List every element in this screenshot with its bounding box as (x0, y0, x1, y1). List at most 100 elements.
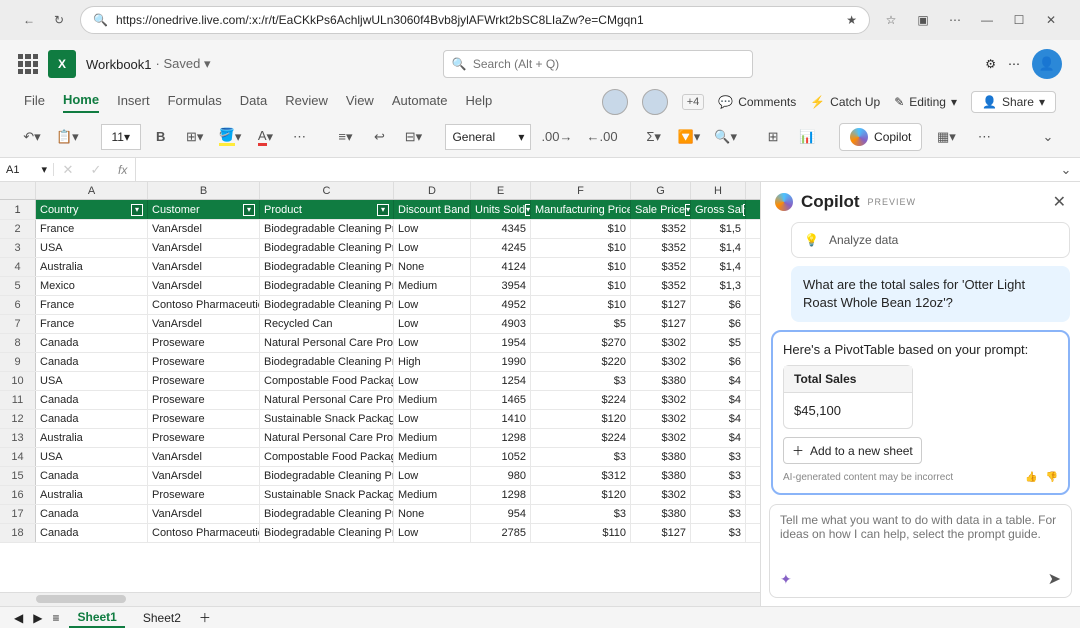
sheet-tab-1[interactable]: Sheet1 (69, 608, 124, 628)
cell[interactable]: Low (394, 524, 471, 542)
editing-mode-button[interactable]: ✎ Editing ▾ (894, 95, 957, 109)
bold-button[interactable]: B (147, 123, 175, 151)
row-header[interactable]: 12 (0, 410, 36, 428)
name-box[interactable]: A1▾ (0, 163, 54, 176)
col-header-H[interactable]: H (691, 182, 746, 199)
cell[interactable]: $270 (531, 334, 631, 352)
cell[interactable]: 980 (471, 467, 531, 485)
cell[interactable]: $3 (691, 448, 746, 466)
cell[interactable]: 4345 (471, 220, 531, 238)
cell[interactable]: VanArsdel (148, 258, 260, 276)
share-button[interactable]: 👤 Share ▾ (971, 91, 1056, 113)
cell[interactable]: None (394, 505, 471, 523)
filter-icon[interactable]: ▾ (243, 204, 255, 216)
tab-review[interactable]: Review (285, 93, 328, 112)
cell[interactable]: $120 (531, 486, 631, 504)
cell[interactable]: $10 (531, 258, 631, 276)
cell[interactable]: $5 (691, 334, 746, 352)
cell[interactable]: Natural Personal Care Products (260, 334, 394, 352)
row-header[interactable]: 16 (0, 486, 36, 504)
row-header[interactable]: 9 (0, 353, 36, 371)
presence-more[interactable]: +4 (682, 94, 705, 110)
cell[interactable]: $6 (691, 315, 746, 333)
fill-color-button[interactable]: 🪣▾ (215, 123, 246, 151)
cell[interactable]: $302 (631, 410, 691, 428)
cell[interactable]: $5 (531, 315, 631, 333)
cell[interactable]: Australia (36, 258, 148, 276)
cell[interactable]: $6 (691, 296, 746, 314)
col-header-B[interactable]: B (148, 182, 260, 199)
row-header[interactable]: 7 (0, 315, 36, 333)
table-view-button[interactable]: ▦▾ (932, 123, 960, 151)
cell[interactable]: Biodegradable Cleaning Products (260, 220, 394, 238)
cell[interactable]: Canada (36, 410, 148, 428)
cell[interactable]: Low (394, 296, 471, 314)
cell[interactable]: $220 (531, 353, 631, 371)
header-cell[interactable]: Units Sold▾ (471, 200, 531, 219)
header-cell[interactable]: Sale Price▾ (631, 200, 691, 219)
tab-formulas[interactable]: Formulas (168, 93, 222, 112)
catchup-button[interactable]: ⚡ Catch Up (810, 95, 880, 109)
formula-input[interactable] (135, 158, 1052, 181)
cell[interactable]: 1298 (471, 486, 531, 504)
settings-icon[interactable]: ⚙ (985, 57, 996, 71)
prev-sheet-icon[interactable]: ◀ (14, 611, 23, 625)
cell[interactable]: $127 (631, 296, 691, 314)
comments-button[interactable]: 💬 Comments (718, 95, 796, 109)
cell[interactable]: $1,4 (691, 258, 746, 276)
cell[interactable]: $312 (531, 467, 631, 485)
col-header-D[interactable]: D (394, 182, 471, 199)
increase-decimal-button[interactable]: ←.00 (583, 123, 622, 151)
row-header[interactable]: 8 (0, 334, 36, 352)
tab-help[interactable]: Help (465, 93, 492, 112)
row-header[interactable]: 11 (0, 391, 36, 409)
row-header[interactable]: 2 (0, 220, 36, 238)
presence-avatar-1[interactable] (602, 89, 628, 115)
cell[interactable]: $3 (691, 505, 746, 523)
cell[interactable]: VanArsdel (148, 239, 260, 257)
cell[interactable]: Contoso Pharmaceuticals (148, 524, 260, 542)
thumbs-up-icon[interactable]: 👍 (1025, 472, 1037, 483)
cell[interactable]: VanArsdel (148, 277, 260, 295)
search-input[interactable] (473, 57, 744, 71)
cancel-formula-icon[interactable]: ✕ (54, 156, 82, 184)
row-header[interactable]: 17 (0, 505, 36, 523)
cell[interactable]: Biodegradable Cleaning Products (260, 467, 394, 485)
fx-icon[interactable]: fx (110, 163, 135, 177)
col-header-C[interactable]: C (260, 182, 394, 199)
cell[interactable]: $127 (631, 524, 691, 542)
row-header[interactable]: 18 (0, 524, 36, 542)
tab-data[interactable]: Data (240, 93, 267, 112)
cell[interactable]: High (394, 353, 471, 371)
address-bar[interactable]: 🔍 ★ (80, 6, 870, 34)
header-cell[interactable]: Customer▾ (148, 200, 260, 219)
cell[interactable]: Canada (36, 391, 148, 409)
cell[interactable]: Medium (394, 391, 471, 409)
sheet-tab-2[interactable]: Sheet2 (135, 609, 189, 627)
header-cell[interactable]: Product▾ (260, 200, 394, 219)
cell[interactable]: $4 (691, 429, 746, 447)
cell[interactable]: 4245 (471, 239, 531, 257)
cell[interactable]: Canada (36, 524, 148, 542)
cell[interactable]: Natural Personal Care Products (260, 429, 394, 447)
font-size-input[interactable]: 11 ▾ (101, 124, 141, 150)
cell[interactable]: VanArsdel (148, 467, 260, 485)
cell[interactable]: $302 (631, 429, 691, 447)
search-box[interactable]: 🔍 (443, 50, 753, 78)
cell[interactable]: VanArsdel (148, 220, 260, 238)
more-font-button[interactable]: ⋯ (285, 123, 313, 151)
cell[interactable]: Biodegradable Cleaning Products (260, 239, 394, 257)
cell[interactable]: Proseware (148, 486, 260, 504)
cell[interactable]: $380 (631, 372, 691, 390)
number-format-dropdown[interactable]: General▾ (445, 124, 531, 150)
collections-icon[interactable]: ▣ (914, 11, 932, 29)
cell[interactable]: $1,3 (691, 277, 746, 295)
cell[interactable]: 1410 (471, 410, 531, 428)
cell[interactable]: Medium (394, 429, 471, 447)
cell[interactable]: $10 (531, 277, 631, 295)
row-header[interactable]: 6 (0, 296, 36, 314)
cell[interactable]: Sustainable Snack Packaging (260, 410, 394, 428)
cell[interactable]: Biodegradable Cleaning Products (260, 277, 394, 295)
cell[interactable]: Proseware (148, 353, 260, 371)
cell[interactable]: $10 (531, 239, 631, 257)
